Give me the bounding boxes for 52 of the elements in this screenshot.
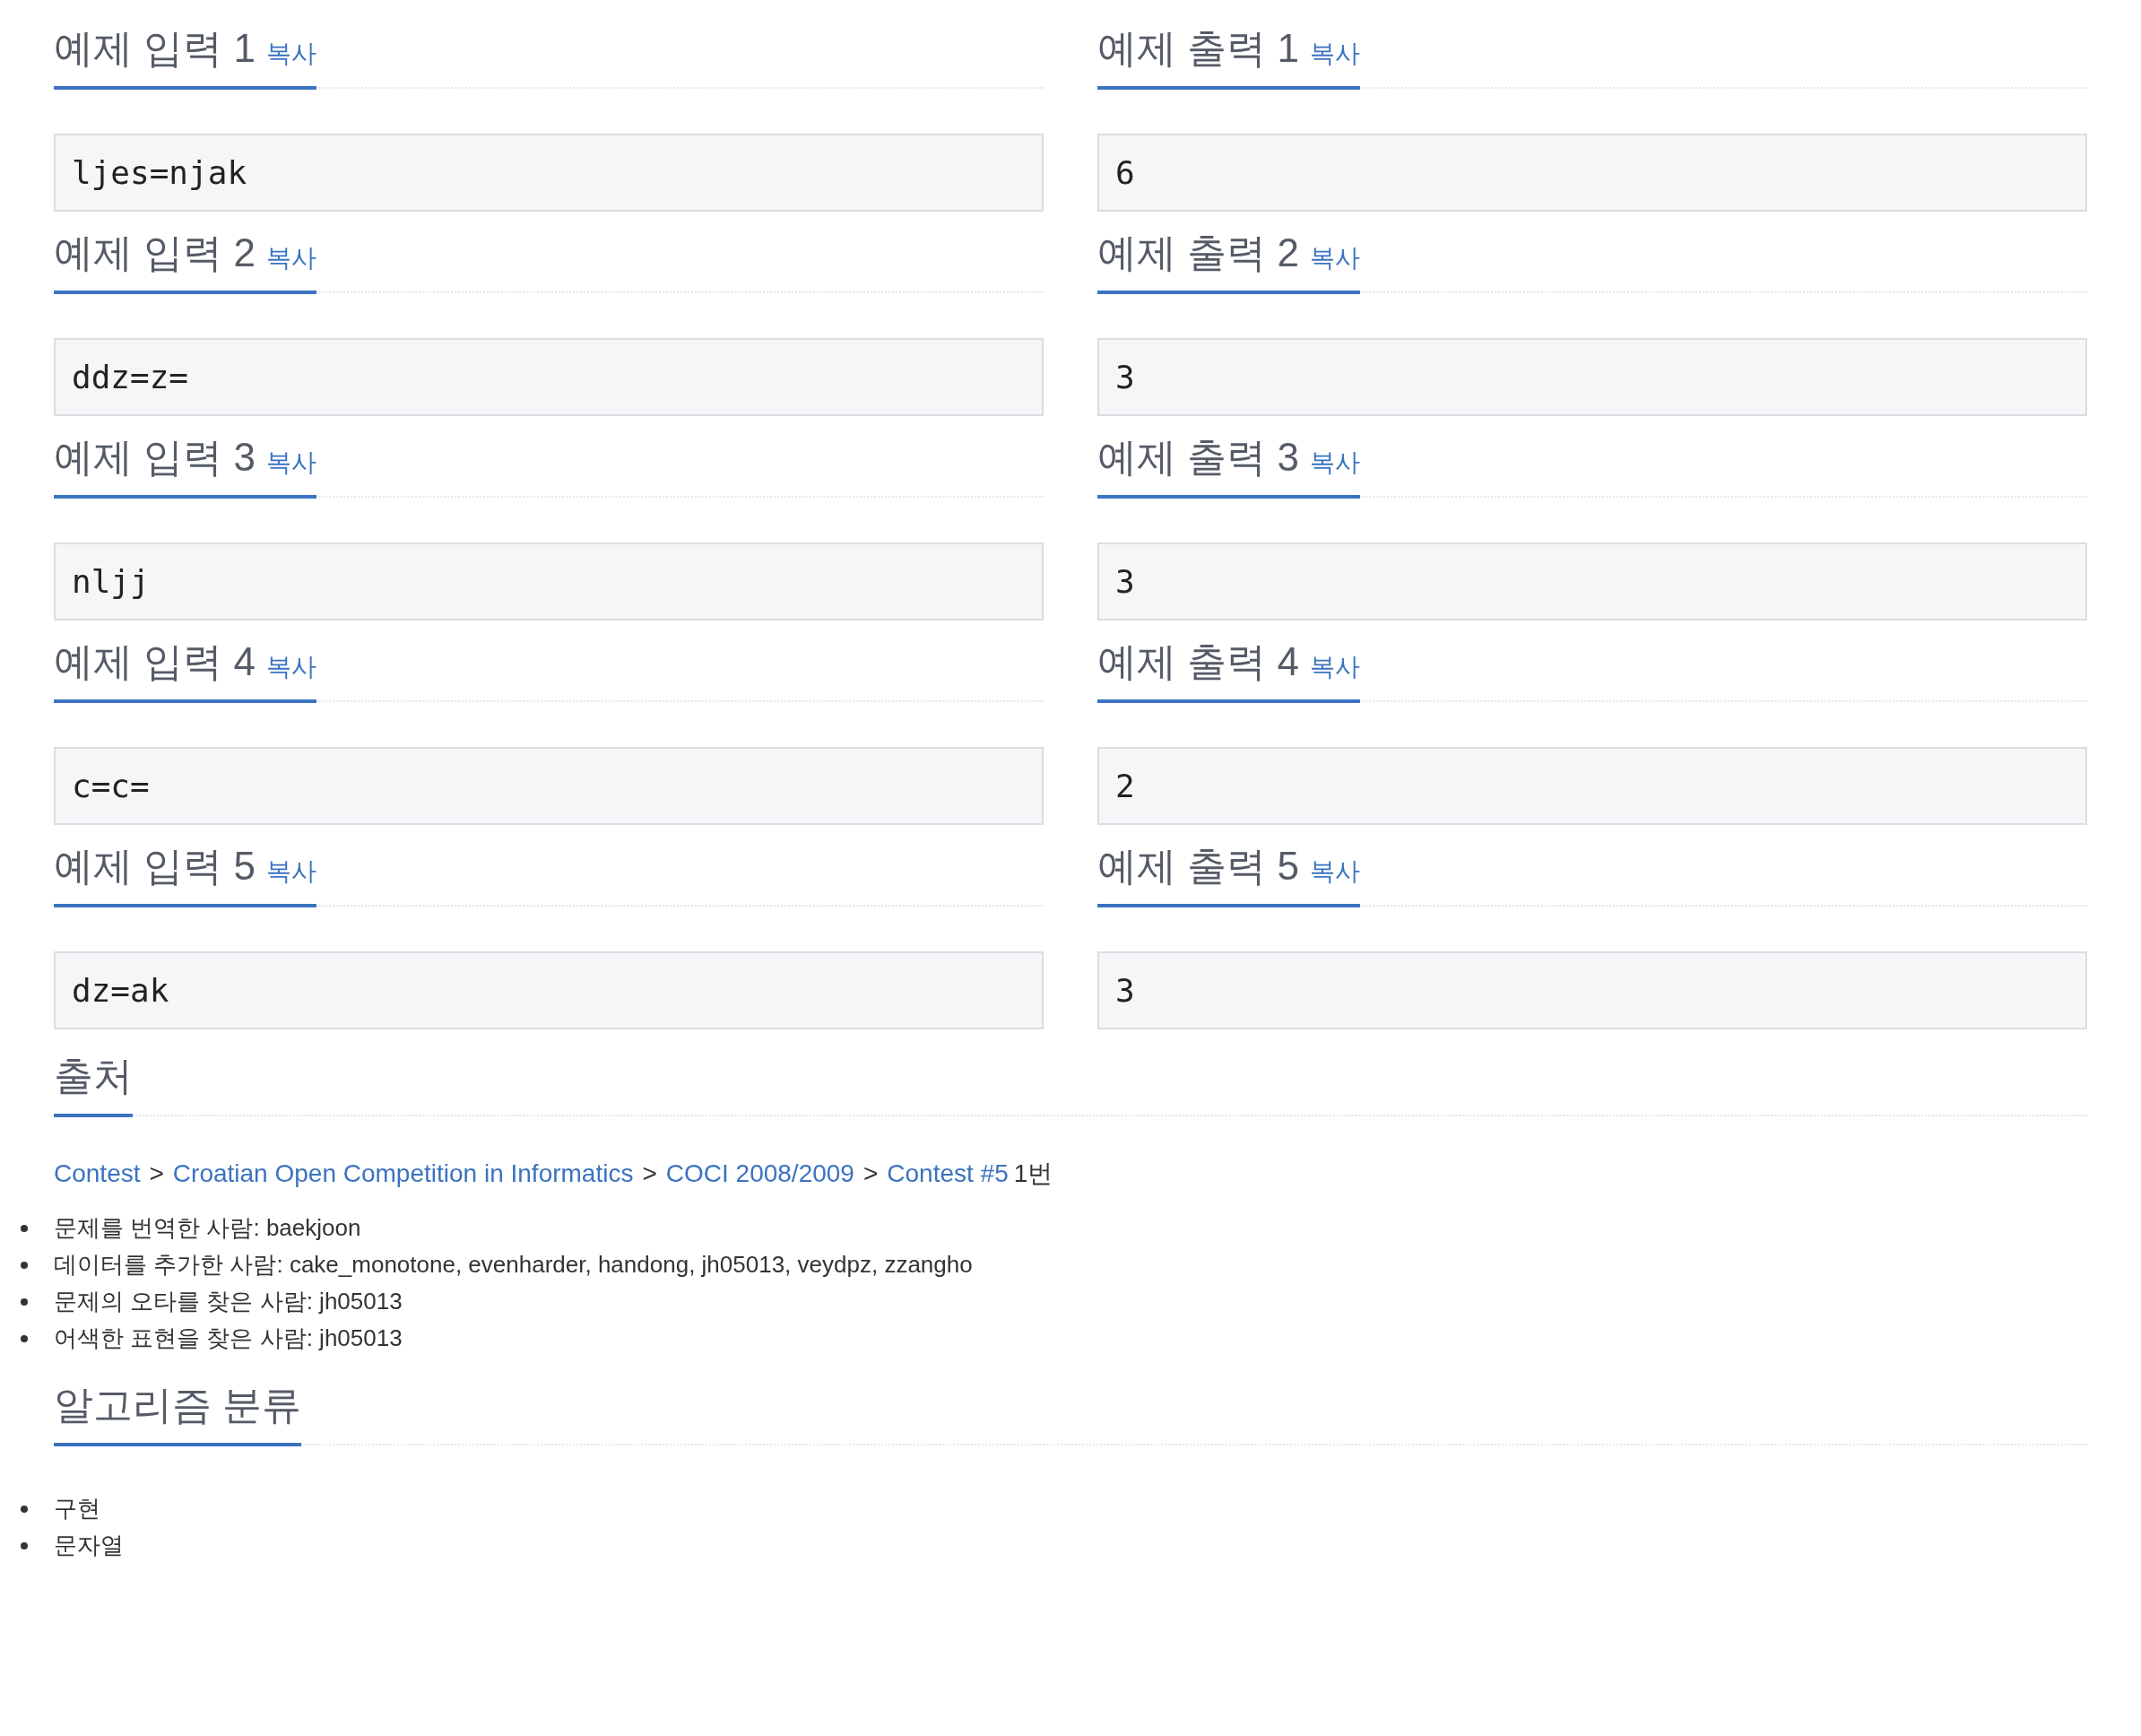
breadcrumb-separator: > <box>642 1159 657 1189</box>
section-title: 예제 입력 1 <box>54 25 256 72</box>
credit-text: 어색한 표현을 찾은 사람: jh05013 <box>54 1324 403 1353</box>
problem-number: 1번 <box>1013 1159 1053 1189</box>
section-title: 출처 <box>54 1053 133 1099</box>
category-text: 문자열 <box>54 1531 124 1560</box>
sample-box: 3 <box>1097 951 2087 1029</box>
bullet-icon <box>21 1334 28 1342</box>
bullet-icon <box>21 1224 28 1232</box>
section-title: 예제 출력 4 <box>1097 638 1299 685</box>
breadcrumb-link[interactable]: Croatian Open Competition in Informatics <box>172 1156 634 1192</box>
copy-link[interactable]: 복사 <box>265 648 316 686</box>
sample-box: ddz=z= <box>54 338 1044 416</box>
section-title: 예제 출력 2 <box>1097 230 1299 276</box>
copy-link[interactable]: 복사 <box>1309 444 1360 482</box>
section-title: 예제 출력 5 <box>1097 843 1299 890</box>
credit-text: 문제의 오타를 찾은 사람: jh05013 <box>54 1287 403 1316</box>
breadcrumb-separator: > <box>862 1159 879 1189</box>
copy-link[interactable]: 복사 <box>265 444 316 482</box>
section-title: 예제 출력 1 <box>1097 25 1299 72</box>
breadcrumb-link[interactable]: Contest <box>54 1156 141 1192</box>
sample-box: c=c= <box>54 747 1044 825</box>
sample-box: nljj <box>54 542 1044 621</box>
credit-text: 데이터를 추가한 사람: cake_monotone, evenharder, handong, jh05013, veydpz, zzangho <box>54 1250 973 1280</box>
sample-box: 3 <box>1097 542 2087 621</box>
sample-box: dz=ak <box>54 951 1044 1029</box>
section-title: 예제 입력 4 <box>54 638 256 685</box>
section-title: 예제 입력 2 <box>54 230 256 276</box>
credit-text: 문제를 번역한 사람: baekjoon <box>54 1213 361 1243</box>
sample-box: 3 <box>1097 338 2087 416</box>
copy-link[interactable]: 복사 <box>1309 35 1360 73</box>
sample-box: 6 <box>1097 134 2087 212</box>
section-title: 알고리즘 분류 <box>54 1382 302 1428</box>
section-title: 예제 입력 5 <box>54 843 256 890</box>
breadcrumb-link[interactable]: Contest #5 <box>887 1156 1009 1192</box>
section-title: 예제 출력 3 <box>1097 434 1299 481</box>
copy-link[interactable]: 복사 <box>1309 853 1360 890</box>
copy-link[interactable]: 복사 <box>265 853 316 890</box>
breadcrumb-separator: > <box>149 1159 164 1189</box>
copy-link[interactable]: 복사 <box>1309 239 1360 277</box>
bullet-icon <box>21 1261 28 1269</box>
category-text: 구현 <box>54 1494 100 1523</box>
copy-link[interactable]: 복사 <box>1309 648 1360 686</box>
sample-box: 2 <box>1097 747 2087 825</box>
section-title: 예제 입력 3 <box>54 434 256 481</box>
breadcrumb-link[interactable]: COCI 2008/2009 <box>665 1156 854 1192</box>
bullet-icon <box>21 1298 28 1306</box>
bullet-icon <box>21 1505 28 1513</box>
bullet-icon <box>21 1541 28 1549</box>
sample-box: ljes=njak <box>54 134 1044 212</box>
copy-link[interactable]: 복사 <box>265 35 316 73</box>
copy-link[interactable]: 복사 <box>265 239 316 277</box>
